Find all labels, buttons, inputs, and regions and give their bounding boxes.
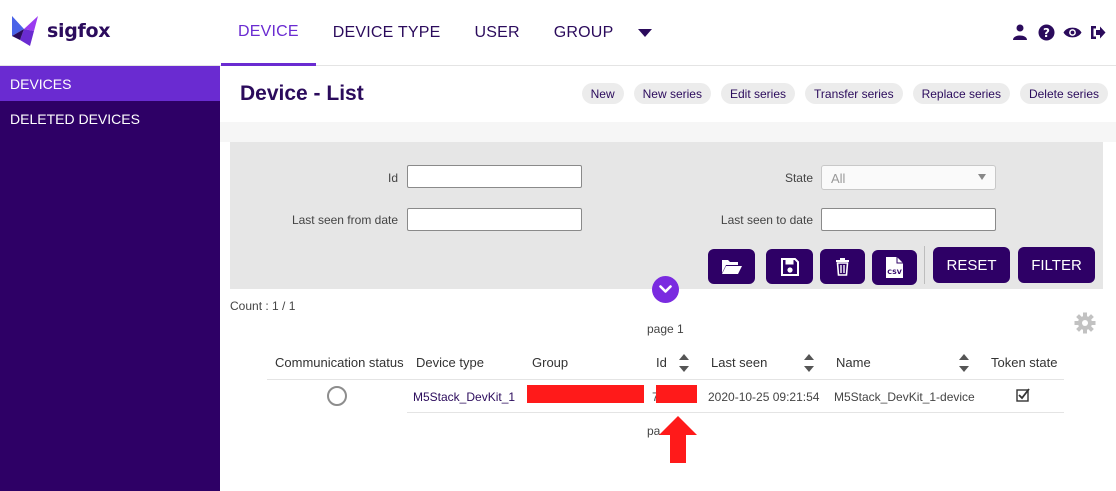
main-nav: DEVICE DEVICE TYPE USER GROUP bbox=[221, 0, 660, 66]
col-group[interactable]: Group bbox=[532, 355, 568, 370]
main-content: Device - List New New series Edit series… bbox=[220, 66, 1116, 491]
state-label: State bbox=[784, 171, 813, 185]
last-seen-to-field[interactable] bbox=[821, 208, 996, 231]
table-header: Communication status Device type Group I… bbox=[267, 345, 1064, 380]
sigfox-logo-icon bbox=[12, 16, 38, 46]
dropdown-arrow-icon bbox=[978, 174, 986, 180]
last-seen-from-label: Last seen from date bbox=[291, 213, 398, 227]
sidebar-item-devices[interactable]: DEVICES bbox=[0, 66, 220, 101]
action-bar: New New series Edit series Transfer seri… bbox=[581, 83, 1108, 104]
redacted-group bbox=[527, 385, 644, 403]
gear-icon[interactable] bbox=[1074, 312, 1096, 334]
sort-id-icon[interactable] bbox=[679, 353, 689, 373]
help-icon[interactable]: ? bbox=[1036, 22, 1056, 42]
red-arrow-up-icon bbox=[659, 416, 697, 463]
sort-last-seen-icon[interactable] bbox=[804, 353, 814, 373]
sigfox-logo[interactable]: sigfox bbox=[10, 14, 111, 48]
cell-name[interactable]: M5Stack_DevKit_1-device bbox=[834, 390, 975, 404]
last-seen-to-label: Last seen to date bbox=[720, 213, 813, 227]
save-filter-button[interactable] bbox=[766, 249, 813, 284]
col-last-seen[interactable]: Last seen bbox=[711, 355, 767, 370]
new-button[interactable]: New bbox=[581, 83, 624, 104]
header-separator bbox=[220, 122, 1116, 142]
chevron-down-icon bbox=[659, 285, 672, 293]
sidebar: DEVICES DELETED DEVICES bbox=[0, 66, 220, 491]
col-id[interactable]: Id bbox=[656, 355, 667, 370]
save-icon bbox=[780, 257, 799, 276]
top-icons: ? bbox=[1010, 22, 1108, 42]
nav-more-dropdown[interactable] bbox=[630, 0, 660, 66]
nav-device-type[interactable]: DEVICE TYPE bbox=[316, 0, 458, 66]
open-folder-icon bbox=[721, 260, 742, 274]
cell-device-type[interactable]: M5Stack_DevKit_1 bbox=[413, 390, 515, 404]
csv-icon: CSV bbox=[886, 257, 903, 278]
delete-series-button[interactable]: Delete series bbox=[1019, 83, 1108, 104]
button-separator bbox=[924, 246, 925, 284]
trash-icon bbox=[836, 257, 849, 276]
clear-filter-button[interactable] bbox=[820, 249, 865, 284]
svg-text:CSV: CSV bbox=[887, 268, 902, 276]
nav-device[interactable]: DEVICE bbox=[221, 0, 316, 66]
transfer-series-button[interactable]: Transfer series bbox=[805, 83, 903, 104]
nav-group[interactable]: GROUP bbox=[537, 0, 631, 66]
sidebar-item-deleted-devices[interactable]: DELETED DEVICES bbox=[0, 101, 220, 136]
redacted-id bbox=[656, 385, 697, 403]
state-select[interactable]: All bbox=[821, 165, 996, 190]
eye-icon[interactable] bbox=[1062, 22, 1082, 42]
result-count: Count : 1 / 1 bbox=[230, 299, 296, 313]
load-filter-button[interactable] bbox=[708, 249, 755, 284]
user-icon[interactable] bbox=[1010, 22, 1030, 42]
id-field[interactable] bbox=[407, 165, 582, 188]
col-device-type[interactable]: Device type bbox=[416, 355, 484, 370]
id-label: Id bbox=[387, 171, 398, 185]
export-csv-button[interactable]: CSV bbox=[872, 250, 917, 285]
col-token-state[interactable]: Token state bbox=[991, 355, 1058, 370]
col-communication-status[interactable]: Communication status bbox=[275, 355, 404, 370]
sort-name-icon[interactable] bbox=[959, 353, 969, 373]
page-title: Device - List bbox=[240, 82, 364, 105]
cell-last-seen: 2020-10-25 09:21:54 bbox=[708, 390, 820, 404]
last-seen-from-field[interactable] bbox=[407, 208, 582, 231]
svg-text:?: ? bbox=[1043, 26, 1050, 40]
edit-series-button[interactable]: Edit series bbox=[720, 83, 796, 104]
communication-status-icon bbox=[327, 386, 347, 406]
reset-button[interactable]: RESET bbox=[933, 247, 1010, 283]
filter-button[interactable]: FILTER bbox=[1018, 247, 1095, 283]
new-series-button[interactable]: New series bbox=[633, 83, 711, 104]
replace-series-button[interactable]: Replace series bbox=[912, 83, 1010, 104]
page-indicator-top: page 1 bbox=[647, 322, 684, 336]
state-selected-value: All bbox=[831, 171, 846, 186]
logo-text: sigfox bbox=[47, 20, 111, 42]
filter-panel: Id State All Last seen from date Last se… bbox=[230, 142, 1103, 289]
logout-icon[interactable] bbox=[1088, 22, 1108, 42]
top-bar: sigfox DEVICE DEVICE TYPE USER GROUP ? bbox=[0, 0, 1116, 66]
nav-user[interactable]: USER bbox=[458, 0, 537, 66]
expand-filter-button[interactable] bbox=[652, 276, 679, 303]
caret-down-icon bbox=[638, 29, 653, 37]
col-name[interactable]: Name bbox=[836, 355, 871, 370]
token-checkbox-icon bbox=[1016, 388, 1030, 402]
